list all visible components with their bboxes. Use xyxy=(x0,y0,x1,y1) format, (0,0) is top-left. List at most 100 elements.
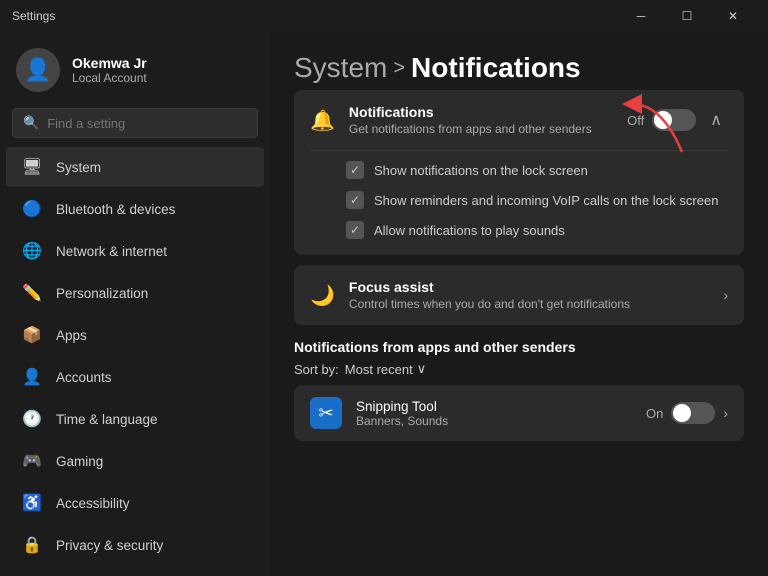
search-input[interactable] xyxy=(47,116,247,131)
sidebar-item-gaming[interactable]: 🎮 Gaming xyxy=(6,441,264,481)
maximize-button[interactable]: ☐ xyxy=(664,0,710,32)
sub-option-sounds-label: Allow notifications to play sounds xyxy=(374,223,565,238)
toggle-thumb xyxy=(654,111,672,129)
sub-option-sounds: ✓ Allow notifications to play sounds xyxy=(346,215,728,245)
privacy-icon: 🔒 xyxy=(22,535,42,555)
user-info: Okemwa Jr Local Account xyxy=(72,55,147,85)
user-name: Okemwa Jr xyxy=(72,55,147,71)
checkbox-mark: ✓ xyxy=(350,163,360,177)
sidebar-item-accounts[interactable]: 👤 Accounts xyxy=(6,357,264,397)
sub-option-reminders-label: Show reminders and incoming VoIP calls o… xyxy=(374,193,718,208)
notifications-header-wrap: 🔔 Notifications Get notifications from a… xyxy=(294,90,744,150)
snipping-tool-controls: On › xyxy=(646,402,728,424)
sidebar-item-apps[interactable]: 📦 Apps xyxy=(6,315,264,355)
accessibility-icon: ♿ xyxy=(22,493,42,513)
notifications-text: Notifications Get notifications from app… xyxy=(349,104,613,136)
sidebar-item-personalization-label: Personalization xyxy=(56,286,148,301)
avatar-icon: 👤 xyxy=(24,57,51,83)
sub-option-lock-screen-label: Show notifications on the lock screen xyxy=(374,163,588,178)
minimize-button[interactable]: ─ xyxy=(618,0,664,32)
snipping-toggle-thumb xyxy=(673,404,691,422)
sort-chevron-icon: ∨ xyxy=(417,361,427,377)
user-account-type: Local Account xyxy=(72,71,147,85)
notifications-toggle[interactable] xyxy=(652,109,696,131)
checkbox-sounds[interactable]: ✓ xyxy=(346,221,364,239)
sort-by-label: Sort by: xyxy=(294,362,339,377)
focus-assist-item[interactable]: 🌙 Focus assist Control times when you do… xyxy=(294,265,744,325)
breadcrumb-separator: > xyxy=(393,57,405,80)
focus-assist-chevron: › xyxy=(723,287,728,303)
sort-value-text: Most recent xyxy=(345,362,413,377)
sidebar-item-accessibility-label: Accessibility xyxy=(56,496,130,511)
sidebar-item-network[interactable]: 🌐 Network & internet xyxy=(6,231,264,271)
checkbox-reminders[interactable]: ✓ xyxy=(346,191,364,209)
snipping-tool-icon: ✂ xyxy=(310,397,342,429)
sort-row: Sort by: Most recent ∨ xyxy=(294,361,744,377)
breadcrumb-parent: System xyxy=(294,52,387,84)
notifications-title: Notifications xyxy=(349,104,613,120)
sidebar-item-bluetooth[interactable]: 🔵 Bluetooth & devices xyxy=(6,189,264,229)
focus-assist-title: Focus assist xyxy=(349,279,709,295)
toggle-state-label: Off xyxy=(627,113,644,128)
close-button[interactable]: ✕ xyxy=(710,0,756,32)
search-icon: 🔍 xyxy=(23,115,39,131)
search-box[interactable]: 🔍 xyxy=(12,108,258,138)
sidebar-item-privacy-label: Privacy & security xyxy=(56,538,163,553)
apps-icon: 📦 xyxy=(22,325,42,345)
sidebar-item-system-label: System xyxy=(56,160,101,175)
notifications-header: 🔔 Notifications Get notifications from a… xyxy=(294,90,744,150)
focus-assist-text: Focus assist Control times when you do a… xyxy=(349,279,709,311)
snipping-tool-chevron: › xyxy=(723,405,728,421)
focus-assist-subtitle: Control times when you do and don't get … xyxy=(349,297,709,311)
apps-section-label: Notifications from apps and other sender… xyxy=(294,339,744,355)
sidebar-item-accessibility[interactable]: ♿ Accessibility xyxy=(6,483,264,523)
sidebar-item-network-label: Network & internet xyxy=(56,244,167,259)
breadcrumb: System > Notifications xyxy=(294,52,744,84)
app-title: Settings xyxy=(12,9,55,23)
bluetooth-icon: 🔵 xyxy=(22,199,42,219)
sidebar: 👤 Okemwa Jr Local Account 🔍 🖥 System 🔵 B… xyxy=(0,32,270,576)
notifications-controls: Off ∧ xyxy=(627,108,728,132)
snipping-tool-desc: Banners, Sounds xyxy=(356,414,632,428)
checkbox-sounds-mark: ✓ xyxy=(350,223,360,237)
notifications-subtitle: Get notifications from apps and other se… xyxy=(349,122,613,136)
breadcrumb-current: Notifications xyxy=(411,52,581,84)
checkbox-reminders-mark: ✓ xyxy=(350,193,360,207)
focus-assist-card[interactable]: 🌙 Focus assist Control times when you do… xyxy=(294,265,744,325)
sidebar-item-apps-label: Apps xyxy=(56,328,87,343)
time-icon: 🕐 xyxy=(22,409,42,429)
notifications-card: 🔔 Notifications Get notifications from a… xyxy=(294,90,744,255)
sidebar-item-privacy[interactable]: 🔒 Privacy & security xyxy=(6,525,264,565)
user-section: 👤 Okemwa Jr Local Account xyxy=(0,32,270,104)
snipping-tool-name: Snipping Tool xyxy=(356,399,632,414)
accounts-icon: 👤 xyxy=(22,367,42,387)
sidebar-item-bluetooth-label: Bluetooth & devices xyxy=(56,202,175,217)
title-bar: Settings ─ ☐ ✕ xyxy=(0,0,768,32)
sub-option-reminders: ✓ Show reminders and incoming VoIP calls… xyxy=(346,185,728,215)
snipping-tool-icon-glyph: ✂ xyxy=(318,403,333,424)
sidebar-item-personalization[interactable]: ✏️ Personalization xyxy=(6,273,264,313)
sub-option-lock-screen-notifs: ✓ Show notifications on the lock screen xyxy=(346,155,728,185)
sidebar-item-time-label: Time & language xyxy=(56,412,158,427)
snipping-tool-toggle[interactable] xyxy=(671,402,715,424)
network-icon: 🌐 xyxy=(22,241,42,261)
content-area: System > Notifications 🔔 Notifications G… xyxy=(270,32,768,576)
sidebar-item-accounts-label: Accounts xyxy=(56,370,112,385)
notifications-expand-button[interactable]: ∧ xyxy=(704,108,728,132)
snipping-tool-info: Snipping Tool Banners, Sounds xyxy=(356,399,632,428)
sidebar-item-time[interactable]: 🕐 Time & language xyxy=(6,399,264,439)
checkbox-lock-screen[interactable]: ✓ xyxy=(346,161,364,179)
snipping-toggle-state: On xyxy=(646,406,663,421)
app-item-snipping-tool[interactable]: ✂ Snipping Tool Banners, Sounds On › xyxy=(294,385,744,441)
sub-options: ✓ Show notifications on the lock screen … xyxy=(294,151,744,255)
personalization-icon: ✏️ xyxy=(22,283,42,303)
focus-assist-icon: 🌙 xyxy=(310,283,335,308)
sidebar-item-system[interactable]: 🖥 System xyxy=(6,147,264,187)
title-bar-controls: ─ ☐ ✕ xyxy=(618,0,756,32)
system-icon: 🖥 xyxy=(22,157,42,177)
title-bar-left: Settings xyxy=(12,9,55,23)
notifications-icon: 🔔 xyxy=(310,108,335,133)
avatar: 👤 xyxy=(16,48,60,92)
sort-value[interactable]: Most recent ∨ xyxy=(345,361,426,377)
sidebar-item-gaming-label: Gaming xyxy=(56,454,103,469)
